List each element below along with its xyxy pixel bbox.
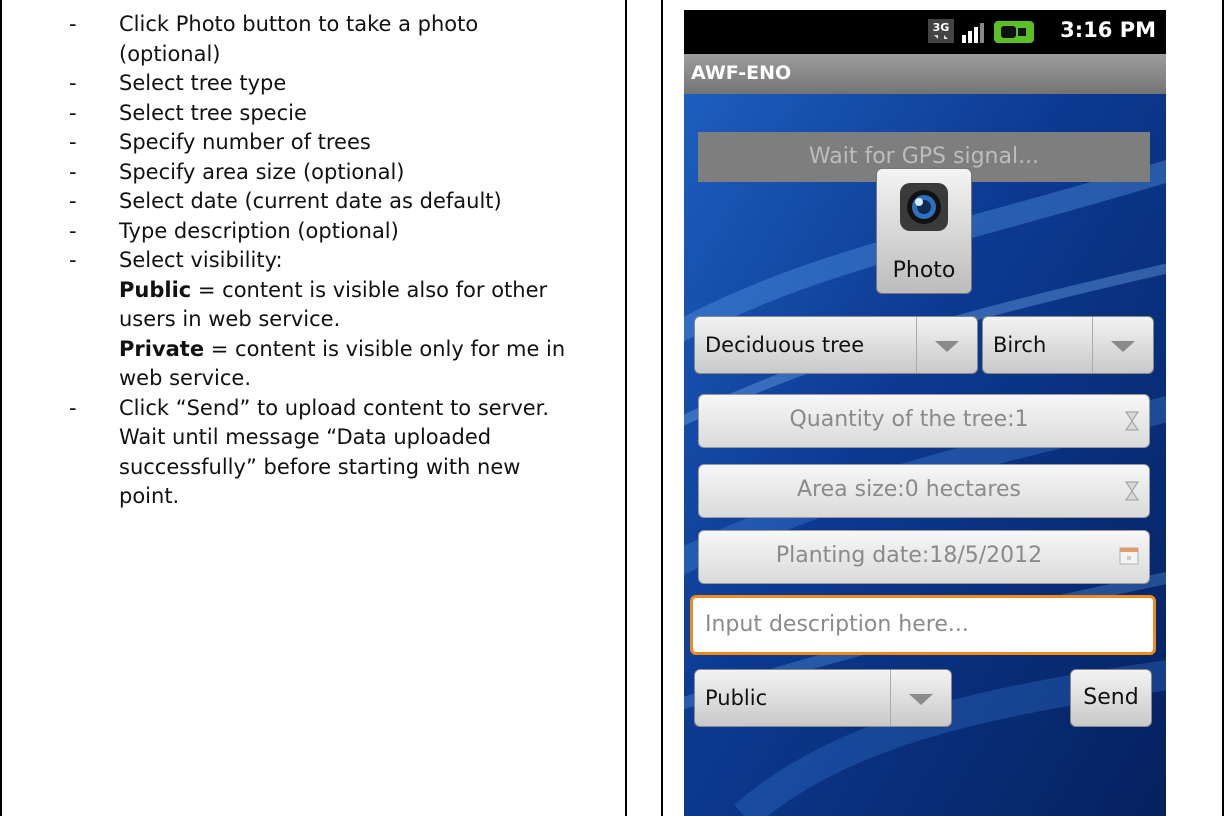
table-border-inner (661, 0, 663, 816)
calendar-icon (1119, 547, 1139, 565)
tree-type-value: Deciduous tree (705, 333, 865, 357)
network-3g-icon: 3G (928, 19, 954, 43)
step-tree-specie: - Select tree specie (69, 100, 307, 125)
step-number-of-trees: - Specify number of trees (69, 130, 371, 154)
dropdown-arrow-icon (1111, 341, 1135, 352)
description-input[interactable] (703, 611, 1147, 638)
svg-text:3G: 3G (933, 21, 950, 34)
area-size-field[interactable]: Area size:0 hectares (698, 464, 1150, 518)
step-send: - Click “Send” to upload content to serv… (69, 395, 550, 509)
battery-icon (994, 21, 1034, 43)
dropdown-arrow-icon (935, 341, 959, 352)
photo-button-label: Photo (892, 258, 956, 283)
status-bar: 3G 3:16 PM (684, 10, 1166, 54)
visibility-spinner[interactable]: Public (694, 669, 952, 727)
status-icons: 3G (928, 19, 1034, 43)
planting-date-field[interactable]: Planting date:18/5/2012 (698, 530, 1150, 584)
send-button[interactable]: Send (1070, 669, 1152, 727)
status-time: 3:16 PM (1060, 18, 1156, 42)
planting-date-value: Planting date:18/5/2012 (775, 543, 1043, 568)
private-definition: Private = content is visible only for me… (119, 336, 566, 361)
step-photo: - Click Photo button to take a photo (op… (69, 12, 479, 66)
camera-icon (900, 183, 948, 231)
tree-type-spinner[interactable]: Deciduous tree (694, 316, 978, 374)
app-title: AWF-ENO (691, 62, 792, 84)
app-title-bar: AWF-ENO (684, 54, 1166, 94)
list-dash: - (69, 12, 77, 36)
step-visibility: - Select visibility: Public = content is… (18, 246, 620, 394)
description-field[interactable] (690, 595, 1156, 655)
area-size-value: Area size:0 hectares (797, 477, 1021, 502)
quantity-value: Quantity of the tree:1 (789, 407, 1029, 432)
table-border-middle (625, 0, 627, 816)
step-area-size: - Specify area size (optional) (69, 159, 405, 184)
dropdown-arrow-icon (909, 694, 933, 705)
step-date: - Select date (current date as default) (69, 189, 502, 213)
signal-icon (962, 23, 984, 43)
hourglass-icon (1125, 411, 1139, 431)
instruction-list: - Click Photo button to take a photo (op… (18, 0, 620, 512)
visibility-value: Public (705, 686, 768, 710)
tree-species-value: Birch (993, 333, 1047, 357)
table-border-left (0, 0, 2, 816)
hourglass-icon (1125, 481, 1139, 501)
instructions-cell: - Click Photo button to take a photo (op… (18, 0, 620, 816)
phone-screenshot: 3G 3:16 PM AWF-ENO Wait for GPS signal..… (684, 10, 1166, 816)
tree-species-spinner[interactable]: Birch (982, 316, 1154, 374)
step-description: - Type description (optional) (69, 218, 399, 243)
public-definition: Public = content is visible also for oth… (119, 277, 548, 302)
photo-button[interactable]: Photo (876, 168, 972, 294)
step-tree-type: - Select tree type (69, 71, 287, 95)
quantity-field[interactable]: Quantity of the tree:1 (698, 394, 1150, 448)
